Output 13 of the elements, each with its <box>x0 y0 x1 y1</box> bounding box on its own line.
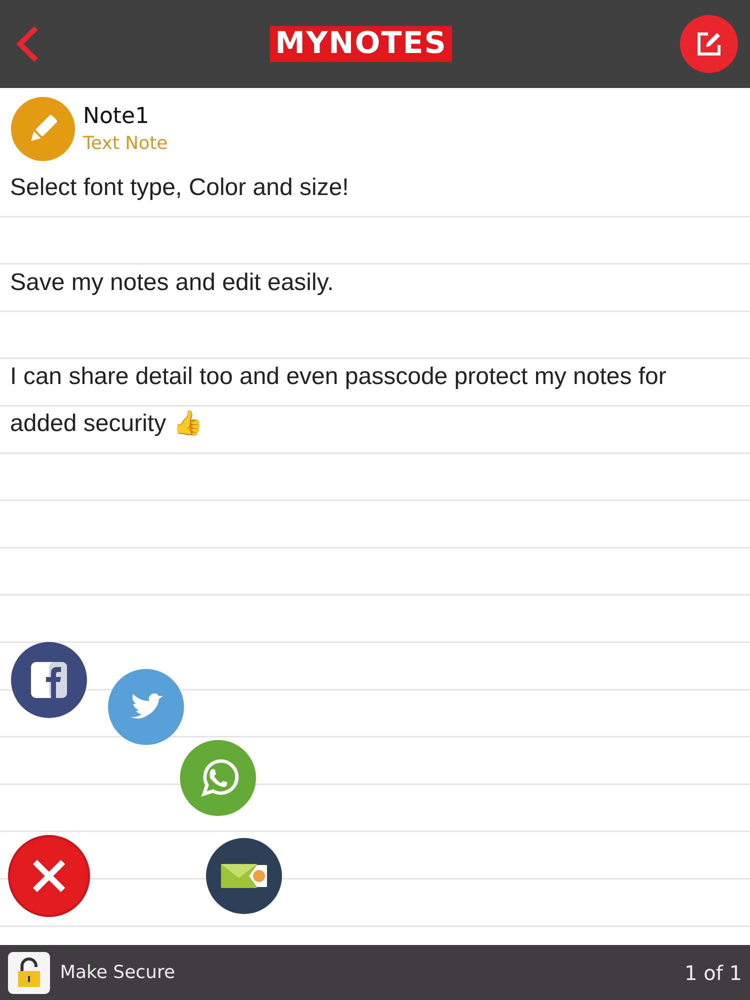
note-text: Save my notes and edit easily. <box>10 268 335 298</box>
make-secure-label: Make Secure <box>60 962 176 983</box>
lock-button[interactable] <box>8 952 50 994</box>
unlocked-lock-icon <box>16 956 42 988</box>
page-counter: 1 of 1 <box>684 960 742 984</box>
note-text: Select font type, Color and size! <box>10 173 350 203</box>
envelope-icon <box>219 861 269 891</box>
note-text: I can share detail too and even passcode protect my notes for added security 👍 <box>10 362 668 440</box>
note-type: Text Note <box>83 133 168 154</box>
app-logo: MYNOTES <box>270 26 452 62</box>
facebook-icon <box>29 660 69 700</box>
note-title: Note1 <box>83 104 150 129</box>
close-icon <box>31 858 67 894</box>
